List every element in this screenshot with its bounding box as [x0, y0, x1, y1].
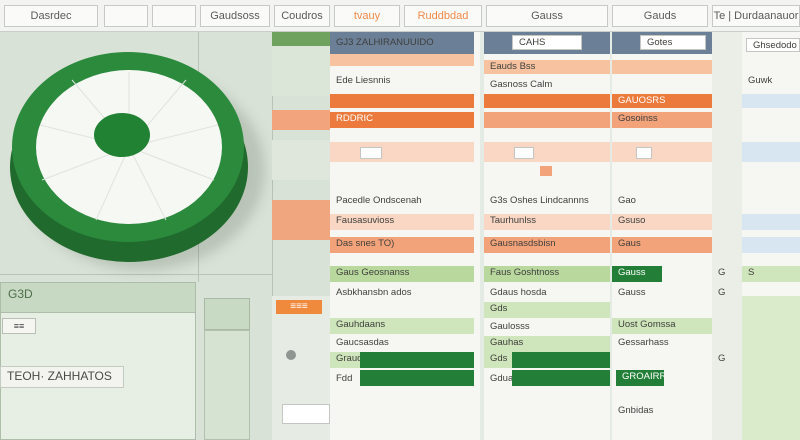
- table-cell: G: [718, 287, 726, 298]
- orange-row: [484, 94, 610, 108]
- table-cell: Gaucsasdas: [336, 337, 389, 348]
- small-button[interactable]: ≡≡: [2, 318, 36, 334]
- side-box: [204, 330, 250, 440]
- table-cell: Gaus: [612, 237, 712, 253]
- blue-row: [742, 94, 800, 108]
- orange-button[interactable]: ≡≡≡: [276, 300, 322, 314]
- toolbar-button-gaudsoss[interactable]: Gaudsoss: [200, 5, 270, 27]
- table-cell: Gds: [484, 302, 610, 318]
- table-cell: Gasnoss Calm: [490, 79, 553, 90]
- toolbar-button-gauds[interactable]: Gauds: [612, 5, 708, 27]
- table-cell: Uost Gomssa: [612, 318, 712, 334]
- table-cell: Fausasuvioss: [330, 214, 474, 230]
- table-cell: G: [718, 353, 726, 364]
- orange-strip: [272, 110, 330, 130]
- toolbar-button-ruddbdad[interactable]: Ruddbdad: [404, 5, 482, 27]
- status-dot-icon: [286, 350, 296, 360]
- table-cell: Graud: [330, 352, 360, 368]
- orange-chip: [540, 166, 552, 176]
- table-cell: Gaus Geosnanss: [330, 266, 474, 282]
- panel-block: [272, 140, 330, 180]
- table-cell: GROAIRROS: [616, 370, 664, 386]
- table-cell: Guwk: [748, 75, 773, 86]
- column-3-input[interactable]: Gotes: [640, 35, 706, 50]
- green-row: [512, 352, 610, 368]
- table-cell: Gauss: [618, 287, 646, 298]
- green-row: [360, 352, 474, 368]
- light-row: [612, 142, 712, 162]
- table-cell: Gdaus hosda: [490, 287, 547, 298]
- mini-input[interactable]: [360, 147, 382, 159]
- side-box: [204, 298, 250, 330]
- orange-row: [330, 94, 474, 108]
- toolbar-button-dasrdec[interactable]: Dasrdec: [4, 5, 98, 27]
- green-strip: [272, 32, 330, 46]
- toolbar-button-durdaanauor[interactable]: Te | Durdaanauor: [712, 5, 800, 27]
- table-cell: Gaulosss: [490, 321, 530, 332]
- table-cell: Ghsedodo: [746, 38, 800, 52]
- column-2-input[interactable]: CAHS: [512, 35, 582, 50]
- header-band: [330, 54, 474, 66]
- table-cell: Ede Liesnnis: [336, 75, 391, 86]
- orange-row: [484, 112, 610, 128]
- orange-strip: [272, 200, 330, 240]
- mini-input[interactable]: [514, 147, 534, 159]
- toolbar-button-3[interactable]: [152, 5, 196, 27]
- divider: [0, 274, 272, 275]
- light-row: [330, 142, 474, 162]
- table-cell: Gosoinss: [612, 112, 712, 128]
- table-cell: Gessarhass: [618, 337, 669, 348]
- table-cell: RDDRIC: [330, 112, 474, 128]
- table-cell: Gauhdaans: [330, 318, 474, 334]
- table-cell: Gauss: [612, 266, 662, 282]
- blue-row: [742, 214, 800, 230]
- column-1-header: GJ3 ZALHIRANUUIDO: [330, 32, 474, 54]
- green-row: [360, 370, 474, 386]
- table-cell: G3s Oshes Lindcannns: [490, 195, 589, 206]
- table-cell: Gsuso: [612, 214, 712, 230]
- mini-input[interactable]: [636, 147, 652, 159]
- table-cell: Gao: [618, 195, 636, 206]
- column-4-gutter: [712, 32, 742, 440]
- table-cell: G: [718, 267, 726, 278]
- blue-row: [742, 142, 800, 162]
- table-cell: Gnbidas: [618, 405, 654, 416]
- panel-block: [272, 46, 330, 96]
- disk-hub: [94, 113, 150, 157]
- table-cell: Fdd: [336, 373, 353, 384]
- toolbar-button-gauss[interactable]: Gauss: [486, 5, 608, 27]
- table-cell: GAUOSRS: [612, 94, 712, 108]
- toolbar-button-2[interactable]: [104, 5, 148, 27]
- table-cell: Asbkhansbn ados: [336, 287, 412, 298]
- green-area: [742, 296, 800, 440]
- table-cell: Gauhas: [484, 336, 610, 352]
- blue-row: [742, 237, 800, 253]
- table-cell: Pacedle Ondscenah: [336, 195, 422, 206]
- toolbar-button-tvauy[interactable]: tvauy: [334, 5, 400, 27]
- table-cell: Faus Goshtnoss: [484, 266, 610, 282]
- table-cell: Eauds Bss: [484, 60, 610, 74]
- label-g3d: G3D: [8, 287, 33, 301]
- green-row: [512, 370, 610, 386]
- table-cell: Taurhunlss: [484, 214, 610, 230]
- input-box[interactable]: [282, 404, 330, 424]
- table-cell: Gausnasdsbisn: [484, 237, 610, 253]
- table-cell: Gdua: [490, 373, 512, 384]
- table-cell: Gds: [484, 352, 512, 368]
- table-cell: Das snes TO): [330, 237, 474, 253]
- table-cell: S: [742, 266, 800, 282]
- status-label: TEOH· ZAHHATOS: [0, 366, 124, 388]
- light-row: [484, 142, 610, 162]
- toolbar-button-coudros[interactable]: Coudros: [274, 5, 330, 27]
- header-band: [612, 60, 712, 74]
